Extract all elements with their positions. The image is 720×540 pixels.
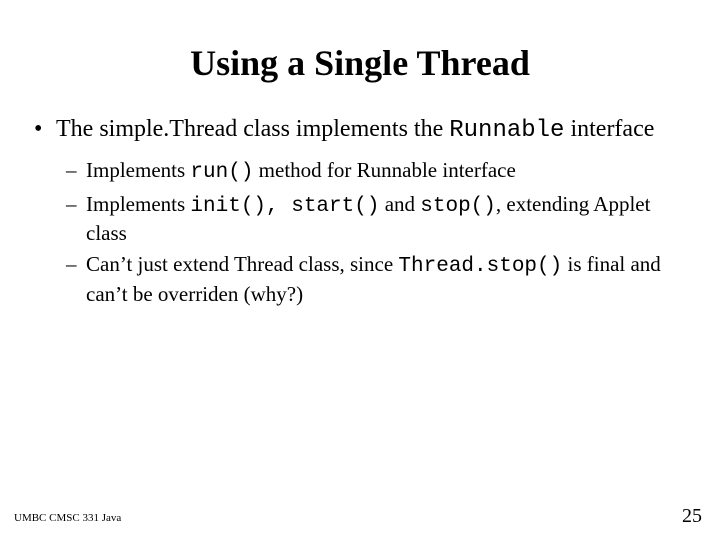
sub3-pre: Can’t just extend Thread class, since xyxy=(86,252,398,276)
slide-body: The simple.Thread class implements the R… xyxy=(0,84,720,308)
sub2-code2: stop() xyxy=(420,195,496,218)
bullet-text-post: interface xyxy=(564,116,654,142)
sub-bullets: Implements run() method for Runnable int… xyxy=(56,147,680,308)
bullet-level1: The simple.Thread class implements the R… xyxy=(56,114,680,308)
sub-bullet-1: Implements run() method for Runnable int… xyxy=(86,157,680,187)
slide-title: Using a Single Thread xyxy=(0,0,720,84)
sub2-mid: and xyxy=(379,192,420,216)
sub2-code1: init(), start() xyxy=(190,195,379,218)
slide: Using a Single Thread The simple.Thread … xyxy=(0,0,720,540)
sub3-code: Thread.stop() xyxy=(398,255,562,278)
sub1-code: run() xyxy=(190,161,253,184)
sub-bullet-3: Can’t just extend Thread class, since Th… xyxy=(86,251,680,308)
sub1-pre: Implements xyxy=(86,158,190,182)
sub-bullet-2: Implements init(), start() and stop(), e… xyxy=(86,191,680,248)
bullet-code: Runnable xyxy=(449,117,564,144)
page-number: 25 xyxy=(682,505,702,528)
sub2-pre: Implements xyxy=(86,192,190,216)
sub1-post: method for Runnable interface xyxy=(253,158,515,182)
footer-left: UMBC CMSC 331 Java xyxy=(14,512,121,524)
bullet-text-pre: The simple.Thread class implements the xyxy=(56,116,449,142)
